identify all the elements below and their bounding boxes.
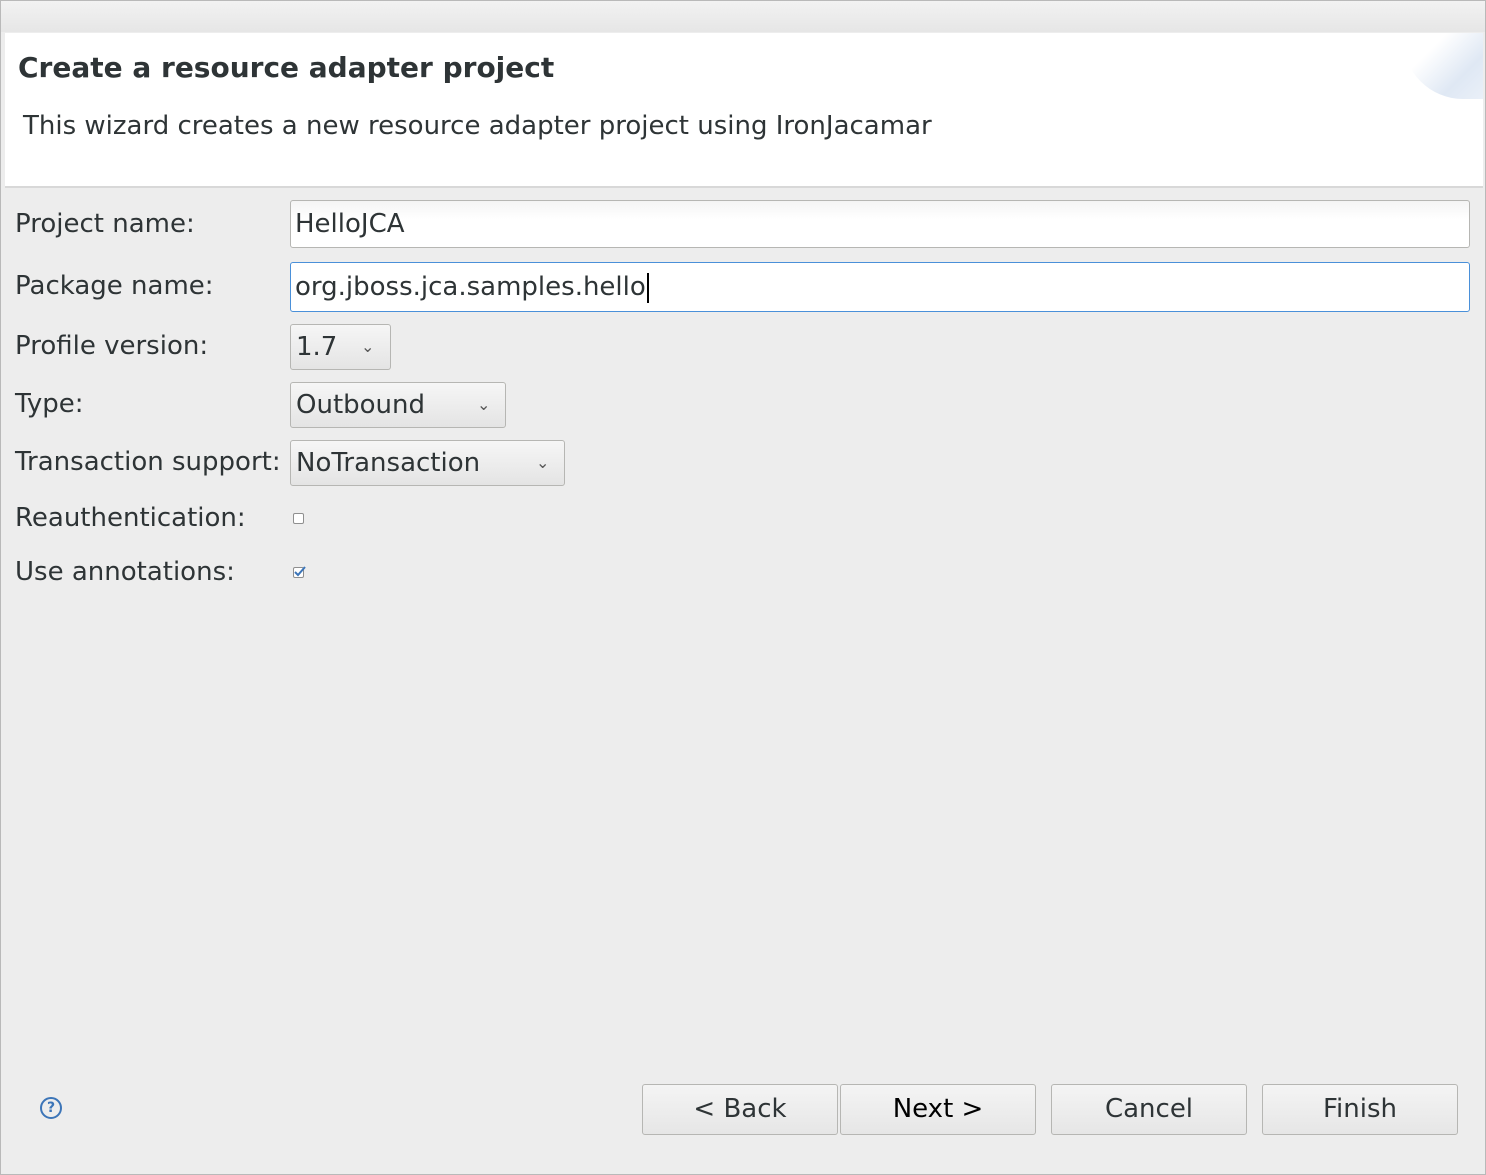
finish-button[interactable]: Finish [1262, 1084, 1458, 1135]
type-select[interactable]: Outbound ⌄ [290, 382, 506, 428]
package-name-input[interactable]: org.jboss.jca.samples.hello [290, 262, 1470, 312]
transaction-support-label: Transaction support: [15, 447, 281, 477]
page-description: This wizard creates a new resource adapt… [23, 111, 932, 141]
chevron-down-icon: ⌄ [361, 337, 375, 356]
chevron-down-icon: ⌄ [536, 453, 550, 472]
type-label: Type: [15, 389, 84, 419]
profile-version-label: Profile version: [15, 331, 209, 361]
project-name-label: Project name: [15, 209, 195, 239]
type-value: Outbound [296, 390, 426, 420]
back-button[interactable]: < Back [642, 1084, 838, 1135]
reauthentication-checkbox[interactable] [293, 513, 304, 524]
banner-graphic [1403, 33, 1483, 99]
use-annotations-checkbox[interactable] [293, 566, 306, 578]
text-caret [646, 272, 649, 303]
checkmark-icon [294, 566, 306, 577]
wizard-banner: Create a resource adapter project This w… [5, 33, 1483, 188]
transaction-support-select[interactable]: NoTransaction ⌄ [290, 440, 565, 486]
project-name-value: HelloJCA [295, 209, 405, 239]
title-bar [1, 1, 1485, 32]
package-name-value: org.jboss.jca.samples.hello [295, 272, 646, 302]
chevron-down-icon: ⌄ [477, 395, 491, 414]
profile-version-value: 1.7 [296, 332, 338, 362]
cancel-button[interactable]: Cancel [1051, 1084, 1247, 1135]
use-annotations-label: Use annotations: [15, 557, 235, 587]
reauthentication-label: Reauthentication: [15, 503, 246, 533]
package-name-label: Package name: [15, 271, 214, 301]
transaction-support-value: NoTransaction [296, 448, 481, 478]
next-button[interactable]: Next > [840, 1084, 1036, 1135]
help-icon[interactable]: ? [40, 1097, 62, 1119]
wizard-dialog: Create a resource adapter project This w… [0, 0, 1486, 1175]
profile-version-select[interactable]: 1.7 ⌄ [290, 324, 391, 370]
project-name-input[interactable]: HelloJCA [290, 200, 1470, 248]
page-title: Create a resource adapter project [18, 51, 555, 84]
